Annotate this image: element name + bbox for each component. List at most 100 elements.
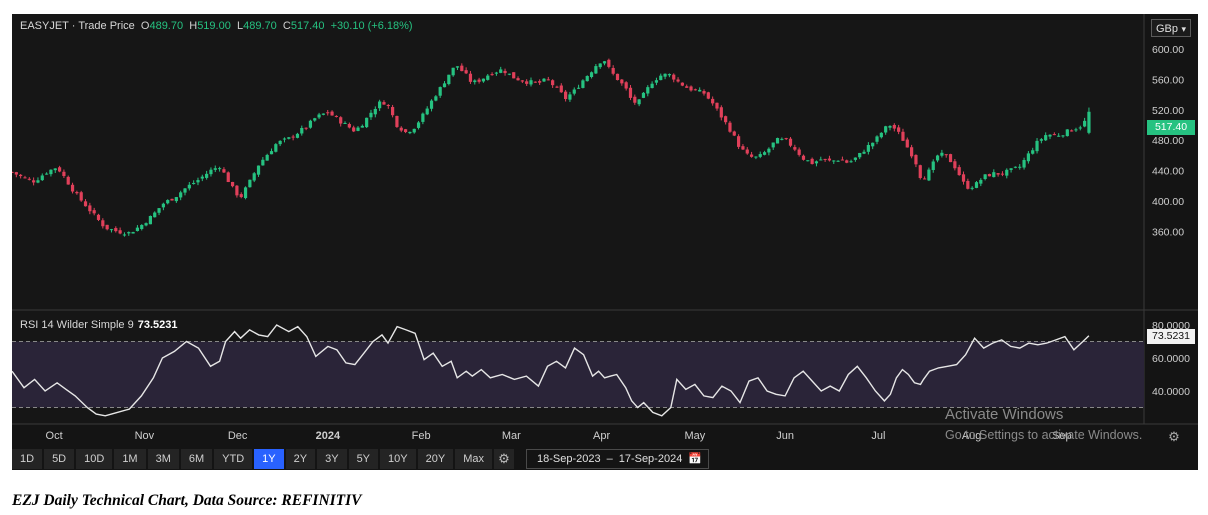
range-button-5d[interactable]: 5D [44,449,75,469]
candle-body [321,113,326,115]
candle-body [970,187,974,189]
candle-body [330,111,334,116]
range-settings-icon[interactable]: ⚙ [493,449,514,469]
candle-body [615,73,620,81]
candle-body [205,173,209,178]
candle-body [910,147,914,157]
candle-body [1044,135,1048,141]
candle-body [135,227,140,232]
candle-body [741,146,745,150]
range-button-2y[interactable]: 2Y [285,449,316,469]
candle-body [460,65,464,72]
candle-body [927,169,931,181]
candle-body [581,80,585,88]
date-from: 18-Sep-2023 [536,453,601,465]
candle-body [486,75,490,80]
price-tick-label: 360.00 [1152,226,1184,238]
candle-body [161,203,165,208]
candle-body [360,125,364,128]
rsi-tick-label: 60.0000 [1152,353,1190,365]
candle-body [771,142,775,148]
x-tick-label: Apr [593,430,610,442]
candle-body [853,157,857,160]
symbol-label: EASYJET [20,20,69,32]
candle-body [218,168,222,170]
candle-body [153,212,157,218]
ohlc-legend: EASYJET · Trade Price O489.70 H519.00 L4… [20,20,413,32]
candle-body [788,138,793,146]
price-tick-label: 560.00 [1152,74,1184,86]
x-tick-label: Oct [46,430,63,442]
range-button-3y[interactable]: 3Y [317,449,347,469]
date-to: 17-Sep-2024 [618,453,683,465]
open-value: 489.70 [149,20,184,32]
candle-body [403,129,408,133]
price-tick-label: 400.00 [1152,196,1184,208]
candle-body [261,159,265,166]
x-tick-label: Dec [228,430,248,442]
candle-body [918,165,922,178]
candle-body [12,171,14,173]
candle-body [901,131,905,141]
range-button-20y[interactable]: 20Y [417,449,454,469]
candle-body [966,180,970,189]
candle-body [775,138,780,144]
candle-body [1057,135,1061,137]
date-separator: – [606,453,613,465]
candle-body [797,149,801,155]
candle-body [611,67,615,74]
candle-body [477,79,481,82]
candle-body [1018,166,1022,168]
range-button-1d[interactable]: 1D [12,449,43,469]
candle-body [334,115,338,117]
range-button-10y[interactable]: 10Y [380,449,416,469]
candle-body [1026,153,1030,162]
candle-body [83,201,88,207]
candle-body [490,74,494,76]
symbol-separator: · [71,20,76,32]
candle-body [641,92,646,98]
range-button-3m[interactable]: 3M [147,449,179,469]
candle-body [533,81,537,83]
candle-body [594,66,598,74]
range-button-1m[interactable]: 1M [114,449,146,469]
currency-selector[interactable]: GBp ▾ [1151,19,1191,37]
candle-body [1087,111,1091,133]
candle-body [650,83,654,89]
x-axis: Oct Nov Dec 2024 Feb Mar Apr May Jun Jul Aug Sep [46,430,1072,442]
candle-body [767,148,771,153]
candle-body [693,89,697,91]
candle-body [122,234,127,236]
settings-icon[interactable]: ⚙ [1167,430,1181,444]
range-button-ytd[interactable]: YTD [214,449,253,469]
range-button-10d[interactable]: 10D [76,449,113,469]
candle-body [672,74,676,80]
candle-body [793,147,797,150]
candle-body [564,91,568,100]
candle-body [589,72,594,78]
candle-body [858,152,862,158]
figure-caption: EZJ Daily Technical Chart, Data Source: … [12,492,362,509]
candle-body [447,74,451,85]
candle-body [576,87,581,89]
candle-body [525,81,529,84]
range-button-max[interactable]: Max [455,449,492,469]
candle-body [1074,129,1078,131]
range-button-6m[interactable]: 6M [180,449,213,469]
range-button-1y[interactable]: 1Y [254,449,284,469]
candle-body [317,114,321,118]
range-button-5y[interactable]: 5Y [348,449,379,469]
candle-body [542,78,546,82]
candle-body [1048,134,1052,137]
candle-body [481,78,486,82]
candle-body [369,112,373,118]
candle-body [935,155,940,161]
candle-body [96,214,101,220]
candle-body [1022,160,1026,168]
candle-body [196,180,200,183]
candle-body [140,224,144,229]
date-range-picker[interactable]: 18-Sep-2023 – 17-Sep-2024 📅 [525,449,710,469]
candle-body [996,173,1000,175]
candle-body [546,79,550,81]
candle-body [897,127,901,132]
